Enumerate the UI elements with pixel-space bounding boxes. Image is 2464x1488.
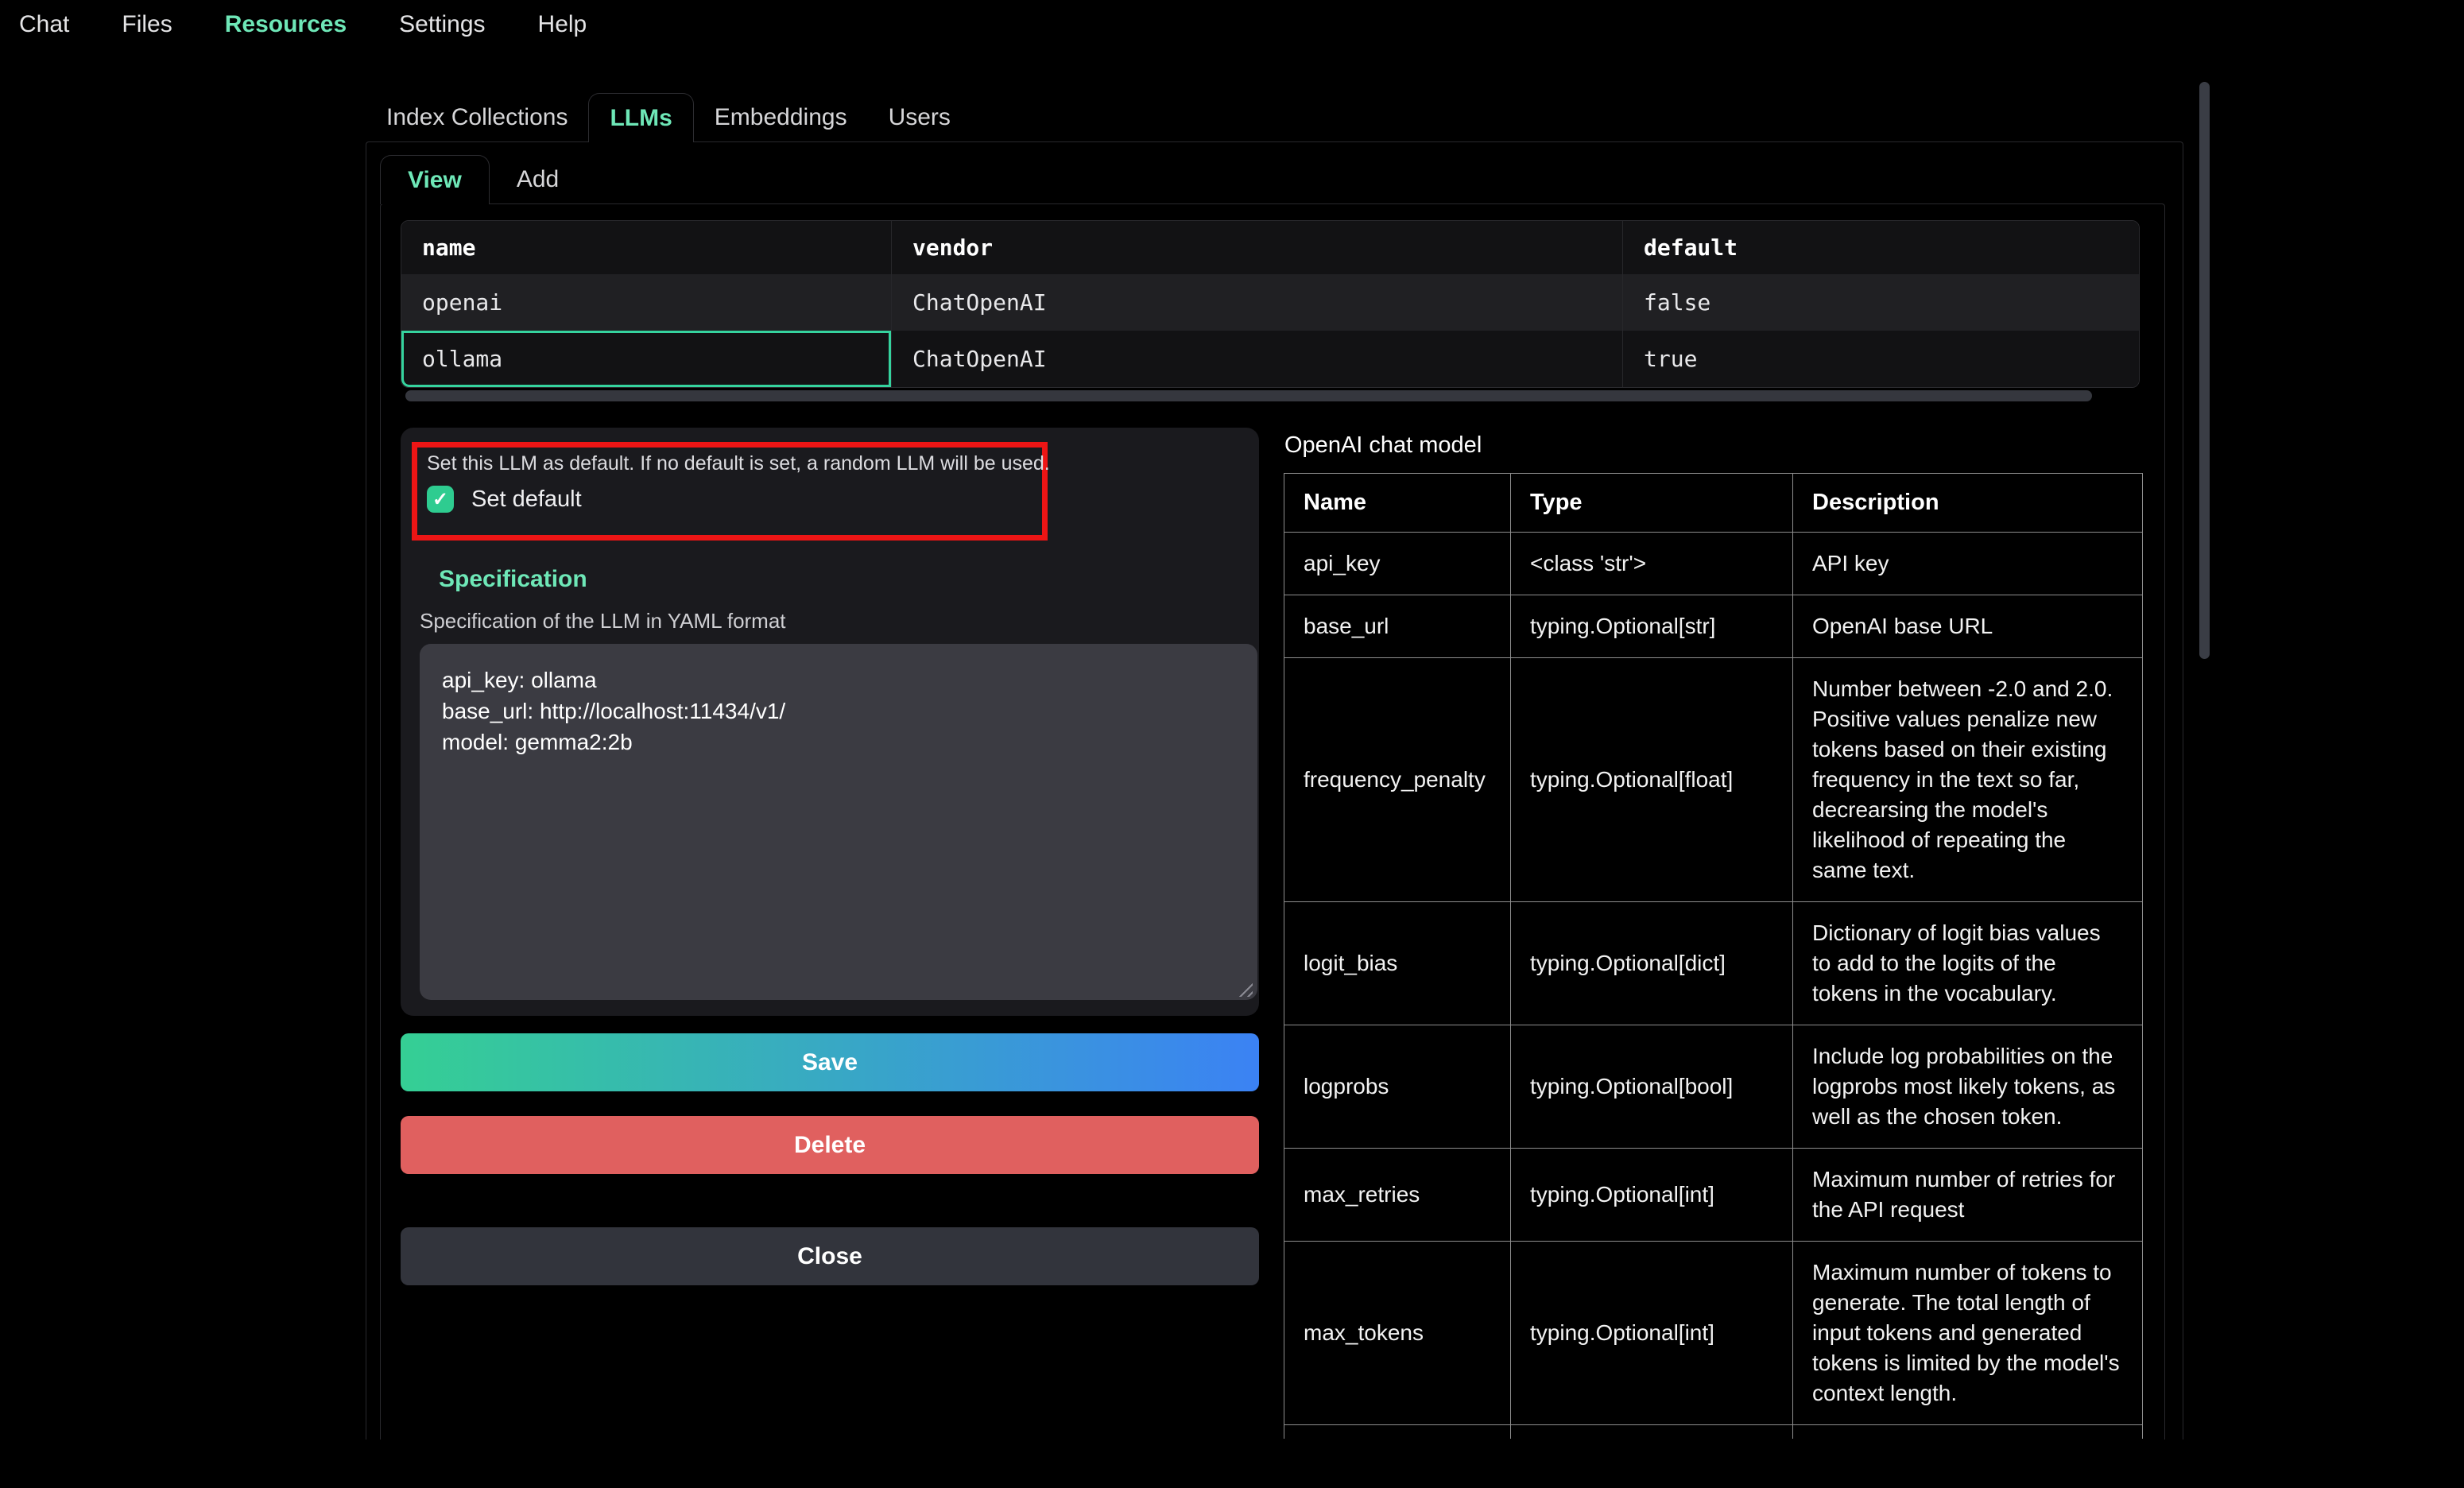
llm-cell-ollama-default[interactable]: true [1622,331,2139,387]
param-type: typing.Optional[bool] [1511,1025,1793,1149]
param-name: max_retries [1284,1149,1511,1242]
table-row-openai[interactable]: openaiChatOpenAIfalse [401,274,2139,331]
params-row-partial [1284,1425,2143,1440]
table-row-ollama[interactable]: ollamaChatOpenAItrue [401,331,2139,387]
set-default-checkbox[interactable]: ✓ [427,486,454,513]
param-type: typing.Optional[int] [1511,1242,1793,1425]
param-name: base_url [1284,595,1511,658]
set-default-note: Set this LLM as default. If no default i… [427,452,1032,475]
tab-embeddings[interactable]: Embeddings [694,93,868,142]
llm-list-table: namevendordefaultopenaiChatOpenAIfalseol… [401,220,2140,388]
checkmark-icon: ✓ [432,488,448,511]
param-type: typing.Optional[dict] [1511,902,1793,1025]
llm-table-header-vendor: vendor [891,221,1622,274]
llms-subtabs: ViewAdd [380,155,586,204]
params-row-base_url: base_urltyping.Optional[str]OpenAI base … [1284,595,2143,658]
param-name: frequency_penalty [1284,658,1511,902]
nav-item-resources[interactable]: Resources [223,8,348,41]
set-default-label: Set default [471,486,582,513]
param-description: OpenAI base URL [1793,595,2143,658]
params-header-type: Type [1511,474,1793,533]
specification-heading: Specification [439,566,587,593]
param-name: api_key [1284,533,1511,595]
param-type: typing.Optional[int] [1511,1149,1793,1242]
subtab-add[interactable]: Add [490,155,586,204]
nav-item-help[interactable]: Help [537,8,589,41]
delete-button[interactable]: Delete [401,1116,1259,1174]
llm-table-header-row: namevendordefault [401,221,2139,274]
param-description: Maximum number of retries for the API re… [1793,1149,2143,1242]
param-description: Dictionary of logit bias values to add t… [1793,902,2143,1025]
subtab-view[interactable]: View [380,155,490,204]
param-type: <class 'str'> [1511,533,1793,595]
resources-tabs: Index CollectionsLLMsEmbeddingsUsers [366,93,971,142]
param-empty-cell [1793,1425,2143,1440]
llm-cell-openai-name[interactable]: openai [401,274,891,331]
llm-cell-openai-default[interactable]: false [1622,274,2139,331]
llm-table-header-name: name [401,221,891,274]
params-header-description: Description [1793,474,2143,533]
llm-table-header-default: default [1622,221,2139,274]
param-empty-cell [1511,1425,1793,1440]
specification-sublabel: Specification of the LLM in YAML format [420,609,786,634]
params-table: NameTypeDescription api_key<class 'str'>… [1284,473,2143,1439]
vertical-scrollbar[interactable] [2199,82,2210,659]
param-description: Include log probabilities on the logprob… [1793,1025,2143,1149]
params-header-name: Name [1284,474,1511,533]
param-type: typing.Optional[float] [1511,658,1793,902]
params-row-frequency_penalty: frequency_penaltytyping.Optional[float]N… [1284,658,2143,902]
params-row-logit_bias: logit_biastyping.Optional[dict]Dictionar… [1284,902,2143,1025]
nav-item-chat[interactable]: Chat [17,8,71,41]
nav-item-files[interactable]: Files [120,8,173,41]
llm-cell-openai-vendor[interactable]: ChatOpenAI [891,274,1622,331]
param-name: logit_bias [1284,902,1511,1025]
set-default-highlight-box: Set this LLM as default. If no default i… [412,442,1048,541]
param-type: typing.Optional[str] [1511,595,1793,658]
param-description: Number between -2.0 and 2.0. Positive va… [1793,658,2143,902]
params-header-row: NameTypeDescription [1284,474,2143,533]
params-row-max_tokens: max_tokenstyping.Optional[int]Maximum nu… [1284,1242,2143,1425]
llm-cell-ollama-vendor[interactable]: ChatOpenAI [891,331,1622,387]
nav-item-settings[interactable]: Settings [397,8,486,41]
tab-llms[interactable]: LLMs [588,93,693,142]
llm-cell-ollama-name[interactable]: ollama [401,331,891,387]
tab-users[interactable]: Users [868,93,971,142]
params-row-logprobs: logprobstyping.Optional[bool]Include log… [1284,1025,2143,1149]
save-button[interactable]: Save [401,1033,1259,1091]
horizontal-scrollbar[interactable] [405,390,2092,401]
param-description: API key [1793,533,2143,595]
param-description: Maximum number of tokens to generate. Th… [1793,1242,2143,1425]
params-table-container: NameTypeDescription api_key<class 'str'>… [1284,473,2145,1439]
yaml-spec-textarea[interactable]: api_key: ollama base_url: http://localho… [420,644,1257,1000]
param-empty-cell [1284,1425,1511,1440]
params-row-api_key: api_key<class 'str'>API key [1284,533,2143,595]
top-navigation: Chat Files Resources Settings Help [17,8,588,41]
param-name: max_tokens [1284,1242,1511,1425]
close-button[interactable]: Close [401,1227,1259,1285]
tab-index-collections[interactable]: Index Collections [366,93,588,142]
set-default-checkbox-row[interactable]: ✓ Set default [427,486,1032,513]
param-name: logprobs [1284,1025,1511,1149]
params-table-title: OpenAI chat model [1284,432,1482,459]
params-row-max_retries: max_retriestyping.Optional[int]Maximum n… [1284,1149,2143,1242]
